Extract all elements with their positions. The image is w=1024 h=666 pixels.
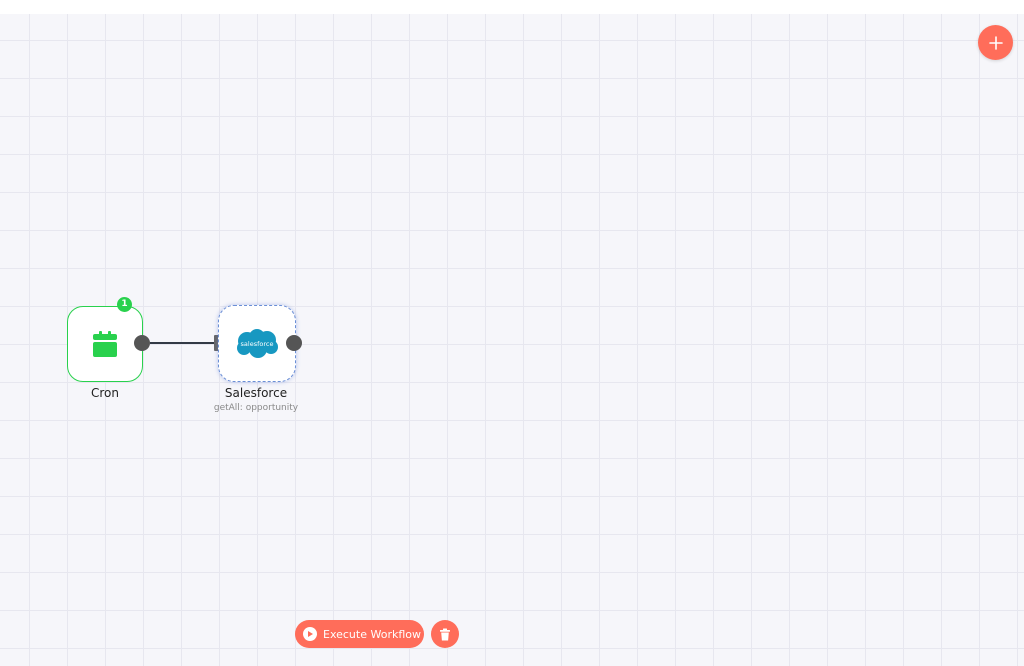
execution-count-badge: 1 [117, 297, 132, 312]
node-salesforce[interactable]: salesforce [218, 305, 296, 382]
cron-output-handle[interactable] [134, 335, 150, 351]
salesforce-logo-icon: salesforce [237, 328, 278, 358]
node-label-salesforce: Salesforce [224, 386, 288, 400]
salesforce-logo-text: salesforce [241, 340, 274, 348]
node-subtitle-salesforce: getAll: opportunity [213, 403, 299, 413]
play-icon [303, 627, 317, 641]
node-cron[interactable] [67, 306, 143, 382]
execute-workflow-button[interactable]: Execute Workflow [295, 620, 424, 648]
trash-icon [440, 628, 450, 640]
plus-icon [988, 35, 1003, 50]
execute-workflow-label: Execute Workflow [323, 627, 421, 641]
connection-cron-salesforce[interactable] [150, 342, 214, 344]
node-label-cron: Cron [91, 386, 119, 400]
add-node-button[interactable] [978, 25, 1013, 60]
workflow-canvas[interactable] [0, 14, 1024, 666]
calendar-icon [93, 331, 117, 357]
top-bar [0, 0, 1024, 14]
salesforce-output-handle[interactable] [286, 335, 302, 351]
delete-workflow-button[interactable] [431, 620, 459, 648]
